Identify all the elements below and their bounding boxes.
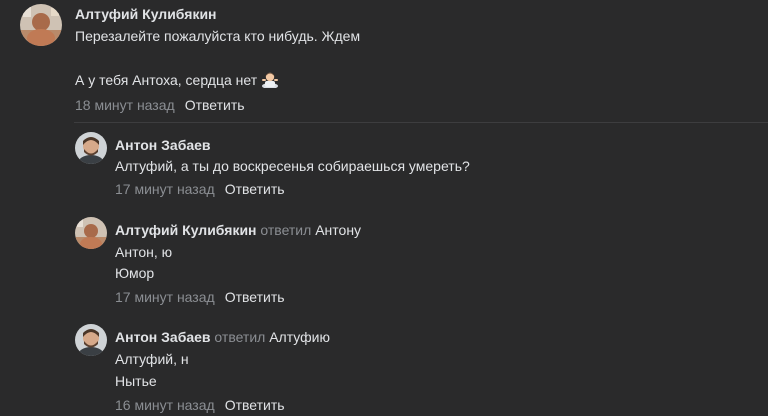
comment-text-line: Нытье [115,373,157,389]
comment-text: А у тебя Антоха, сердца нет [75,72,258,88]
comment-reply-item: Антон Забаев ответил Алтуфию Алтуфий, н … [0,319,768,416]
author-name[interactable]: Алтуфий Кулибякин [115,222,257,238]
comment-text-line: Антон, ю [115,244,173,260]
avatar-altufiy[interactable] [75,217,107,249]
comment-author-line: Алтуфий Кулибякин [75,6,217,22]
comment-reply-item: Антон Забаев Алтуфий, а ты до воскресень… [0,123,768,203]
reply-button[interactable]: Ответить [225,397,285,413]
comment-text-line: Алтуфий, а ты до воскресенья собираешься… [115,158,470,174]
reply-button[interactable]: Ответить [225,181,285,197]
comment-thread: Алтуфий Кулибякин Перезалейте пожалуйста… [0,0,768,416]
comment-meta: 17 минут назад Ответить [115,289,285,305]
comment-text-line: А у тебя Антоха, сердца нет [75,70,279,92]
replied-label: ответил [214,329,266,345]
comment-text-line: Перезалейте пожалуйста кто нибудь. Ждем [75,28,361,44]
author-name[interactable]: Алтуфий Кулибякин [75,6,217,22]
avatar-altufiy[interactable] [20,4,62,46]
comment-reply-item: Алтуфий Кулибякин ответил Антону Антон, … [0,212,768,312]
comment-time[interactable]: 17 минут назад [115,181,215,197]
replied-to-link[interactable]: Антону [315,222,361,238]
author-name[interactable]: Антон Забаев [115,137,211,153]
author-name[interactable]: Антон Забаев [115,329,211,345]
comment-time[interactable]: 17 минут назад [115,289,215,305]
comment-author-line: Антон Забаев [115,137,211,153]
replied-to-link[interactable]: Алтуфию [269,329,330,345]
comment-text-line: Юмор [115,265,155,281]
replied-label: ответил [260,222,312,238]
comment-author-line: Алтуфий Кулибякин ответил Антону [115,222,361,238]
comment-time[interactable]: 16 минут назад [115,397,215,413]
comment-meta: 18 минут назад Ответить [75,97,245,113]
avatar-anton[interactable] [75,324,107,356]
comment-author-line: Антон Забаев ответил Алтуфию [115,329,330,345]
avatar-anton[interactable] [75,132,107,164]
comment-meta: 17 минут назад Ответить [115,181,285,197]
man-shrugging-emoji-icon [261,70,279,92]
comment-text-line: Алтуфий, н [115,351,189,367]
comment-item: Алтуфий Кулибякин Перезалейте пожалуйста… [0,0,768,122]
reply-button[interactable]: Ответить [185,97,245,113]
comment-time[interactable]: 18 минут назад [75,97,175,113]
comment-meta: 16 минут назад Ответить [115,397,285,413]
reply-button[interactable]: Ответить [225,289,285,305]
